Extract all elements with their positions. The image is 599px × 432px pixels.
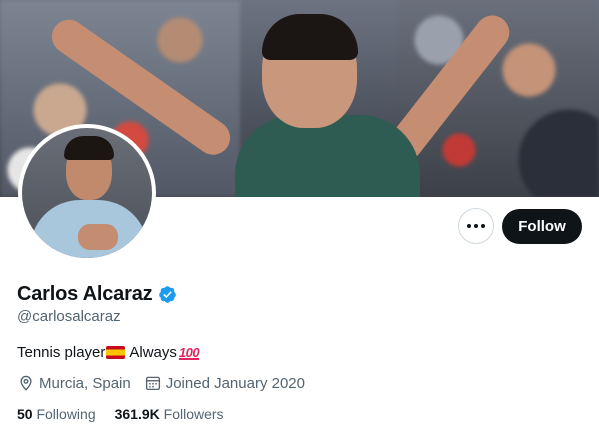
joined-item: Joined January 2020 xyxy=(144,374,305,392)
spain-flag-icon xyxy=(106,346,126,359)
following-label: Following xyxy=(36,406,96,422)
joined-text: Joined January 2020 xyxy=(165,374,305,392)
banner-player-hair xyxy=(262,14,358,60)
profile-handle: @carlosalcaraz xyxy=(17,308,121,325)
bio-text: Tennis player xyxy=(17,344,106,361)
avatar-hand xyxy=(78,224,118,250)
following-link[interactable]: 50 Following xyxy=(17,406,96,422)
profile-avatar[interactable] xyxy=(18,124,156,262)
follow-button[interactable]: Follow xyxy=(502,209,582,244)
profile-meta: Murcia, Spain Joined January 2020 xyxy=(17,374,318,392)
location-pin-icon xyxy=(20,375,32,391)
hundred-points-icon: 100 xyxy=(178,345,200,360)
display-name: Carlos Alcaraz xyxy=(17,283,153,305)
avatar-hair xyxy=(64,136,114,160)
followers-link[interactable]: 361.9K Followers xyxy=(115,406,224,422)
followers-label: Followers xyxy=(163,406,224,422)
bio-text-always: Always xyxy=(129,344,177,361)
follow-stats: 50 Following 361.9K Followers xyxy=(17,406,243,422)
profile-name-row: Carlos Alcaraz xyxy=(17,283,177,306)
location-item: Murcia, Spain xyxy=(17,374,131,392)
calendar-icon xyxy=(145,376,160,391)
more-options-button[interactable] xyxy=(458,208,494,244)
more-horizontal-icon xyxy=(467,224,485,228)
verified-badge-icon[interactable] xyxy=(158,285,177,304)
banner-player-shirt xyxy=(235,115,420,197)
following-count: 50 xyxy=(17,406,33,422)
followers-count: 361.9K xyxy=(114,406,160,422)
profile-bio: Tennis player Always 100 xyxy=(17,344,200,361)
location-text: Murcia, Spain xyxy=(39,374,131,392)
